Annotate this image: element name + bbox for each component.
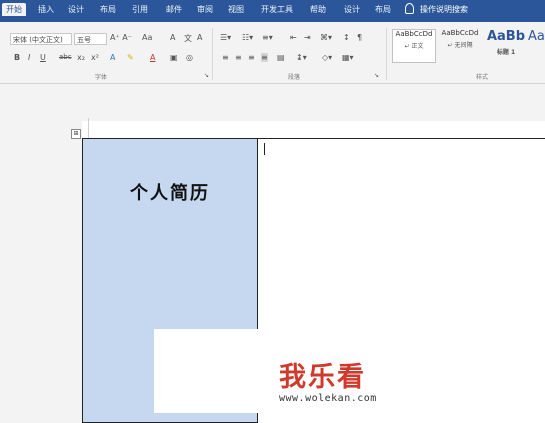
lightbulb-icon bbox=[405, 3, 414, 14]
style-heading-1[interactable]: AaBb 标题 1 bbox=[484, 29, 528, 63]
paragraph-dialog-launcher-icon[interactable]: ↘ bbox=[374, 72, 379, 79]
font-size-select[interactable]: 五号 bbox=[74, 33, 107, 45]
style-preview: AaBb bbox=[486, 29, 526, 44]
style-name: ↵ 正文 bbox=[404, 43, 424, 50]
tab-developer[interactable]: 开发工具 bbox=[261, 4, 293, 15]
tab-table-layout[interactable]: 布局 bbox=[375, 4, 391, 15]
style-preview: AaBbCcDd bbox=[395, 30, 433, 38]
tab-insert[interactable]: 插入 bbox=[38, 4, 54, 15]
font-name-select[interactable]: 宋体 (中文正文) bbox=[10, 33, 72, 45]
justify-icon[interactable]: ≡ bbox=[261, 53, 268, 62]
style-name: ↵ 无间隔 bbox=[447, 42, 473, 49]
style-heading-2[interactable]: Aa bbox=[528, 29, 545, 63]
highlight-icon[interactable]: ✎ bbox=[127, 53, 134, 62]
style-normal[interactable]: AaBbCcDd ↵ 正文 bbox=[392, 29, 436, 63]
tell-me-search[interactable]: 操作说明搜索 bbox=[405, 3, 468, 15]
increase-indent-icon[interactable]: ⇥ bbox=[304, 33, 311, 42]
numbering-icon[interactable]: ☷▾ bbox=[242, 33, 253, 42]
char-border-icon[interactable]: A bbox=[197, 33, 202, 42]
tab-table-design[interactable]: 设计 bbox=[344, 4, 360, 15]
change-case-icon[interactable]: Aa bbox=[142, 33, 152, 42]
shading-icon[interactable]: ◇▾ bbox=[322, 53, 332, 62]
superscript-button[interactable]: x² bbox=[91, 53, 99, 62]
subscript-button[interactable]: x₂ bbox=[77, 53, 85, 62]
tab-mailings[interactable]: 邮件 bbox=[166, 4, 182, 15]
align-center-icon[interactable]: ≡ bbox=[235, 53, 242, 62]
resume-title: 个人简历 bbox=[130, 183, 210, 204]
watermark-url: www.wolekan.com bbox=[279, 393, 377, 404]
style-name: 标题 1 bbox=[496, 49, 516, 56]
paragraph-group-label: 段落 bbox=[288, 74, 301, 81]
strikethrough-button[interactable]: abc bbox=[59, 53, 72, 61]
style-no-spacing[interactable]: AaBbCcDd ↵ 无间隔 bbox=[438, 29, 482, 63]
watermark-logo: 我乐看 bbox=[279, 362, 366, 393]
align-right-icon[interactable]: ≡ bbox=[248, 53, 255, 62]
style-preview: Aa bbox=[528, 29, 545, 44]
text-effects-icon[interactable]: A bbox=[110, 53, 115, 62]
grow-shrink-font-icon[interactable]: A⁺ A⁻ bbox=[110, 33, 132, 42]
tab-home[interactable]: 开始 bbox=[2, 3, 26, 16]
tab-references[interactable]: 引用 bbox=[132, 4, 148, 15]
show-marks-icon[interactable]: ¶ bbox=[357, 33, 362, 42]
multilevel-list-icon[interactable]: ≡▾ bbox=[262, 33, 273, 42]
distributed-icon[interactable]: ▤ bbox=[277, 53, 285, 62]
bold-button[interactable]: B bbox=[14, 53, 20, 62]
clear-format-icon[interactable]: A bbox=[170, 33, 175, 42]
char-shading-icon[interactable]: ▣ bbox=[170, 53, 178, 62]
phonetic-guide-icon[interactable]: 文 bbox=[184, 33, 192, 44]
font-color-icon[interactable]: A bbox=[150, 53, 155, 62]
ribbon: 宋体 (中文正文) 五号 A⁺ A⁻ Aa A 文 A B I U abc x₂… bbox=[0, 22, 545, 84]
tab-design[interactable]: 设计 bbox=[68, 4, 84, 15]
tab-review[interactable]: 审阅 bbox=[197, 4, 213, 15]
underline-button[interactable]: U bbox=[40, 53, 46, 62]
font-dialog-launcher-icon[interactable]: ↘ bbox=[204, 72, 209, 79]
styles-group-label: 样式 bbox=[476, 74, 489, 81]
text-cursor bbox=[264, 143, 265, 155]
borders-icon[interactable]: ▦▾ bbox=[342, 53, 354, 62]
separator bbox=[386, 28, 387, 80]
bullets-icon[interactable]: ☰▾ bbox=[220, 33, 231, 42]
tell-me-label: 操作说明搜索 bbox=[420, 5, 468, 14]
line-spacing-icon[interactable]: ↨▾ bbox=[296, 53, 307, 62]
italic-button[interactable]: I bbox=[28, 53, 30, 62]
table-move-handle-icon[interactable]: ⊞ bbox=[71, 129, 81, 139]
align-left-icon[interactable]: ≡ bbox=[222, 53, 229, 62]
chinese-layout-icon[interactable]: ⌘▾ bbox=[320, 33, 332, 42]
ribbon-tab-bar: 开始 插入 设计 布局 引用 邮件 审阅 视图 开发工具 帮助 设计 布局 操作… bbox=[0, 0, 545, 22]
page-corner-mark bbox=[88, 118, 545, 139]
tab-help[interactable]: 帮助 bbox=[310, 4, 326, 15]
enclose-char-icon[interactable]: ◎ bbox=[186, 53, 193, 62]
separator bbox=[212, 28, 213, 80]
font-group-label: 字体 bbox=[95, 74, 108, 81]
sort-icon[interactable]: ↕ bbox=[343, 33, 350, 42]
style-preview: AaBbCcDd bbox=[441, 29, 479, 37]
tab-view[interactable]: 视图 bbox=[228, 4, 244, 15]
tab-layout[interactable]: 布局 bbox=[100, 4, 116, 15]
decrease-indent-icon[interactable]: ⇤ bbox=[290, 33, 297, 42]
